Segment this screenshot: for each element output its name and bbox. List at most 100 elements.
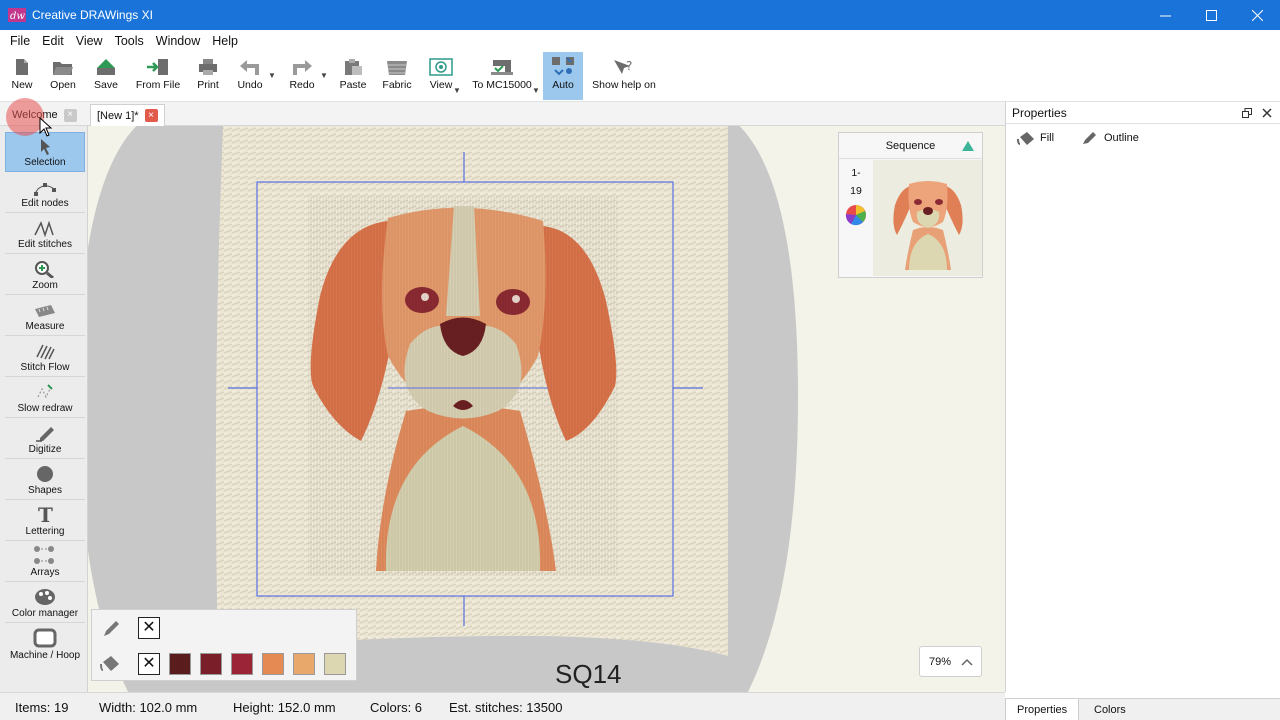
redo-dropdown-caret[interactable]: ▼ (320, 71, 328, 80)
fill-bucket-icon (100, 656, 119, 671)
window-title: Creative DRAWings XI (32, 8, 153, 22)
menu-edit[interactable]: Edit (36, 34, 70, 48)
color-swatch[interactable] (293, 653, 315, 675)
fill-bucket-icon (1017, 132, 1034, 145)
float-panel-icon[interactable] (1242, 108, 1252, 118)
tool-digitize[interactable]: Digitize (5, 419, 85, 459)
tool-arrays[interactable]: Arrays (5, 542, 85, 582)
save-icon (97, 59, 115, 75)
minimize-button[interactable] (1142, 0, 1188, 30)
arrow-cursor-icon (41, 139, 50, 155)
menu-file[interactable]: File (4, 34, 36, 48)
status-stitches: Est. stitches: 13500 (449, 700, 563, 715)
edit-stitches-icon (34, 221, 54, 237)
tool-zoom[interactable]: Zoom (5, 255, 85, 295)
properties-header: Properties (1006, 102, 1280, 124)
auto-digitize-icon (552, 57, 574, 76)
menu-help[interactable]: Help (206, 34, 244, 48)
outline-pen-icon (1083, 132, 1096, 144)
tab-colors[interactable]: Colors (1083, 699, 1137, 720)
close-panel-icon[interactable] (1262, 108, 1272, 118)
app-logo-icon: dw (8, 8, 26, 22)
tool-edit-stitches[interactable]: Edit stitches (5, 214, 85, 254)
machine-dropdown-caret[interactable]: ▼ (532, 86, 540, 95)
tool-color-manager[interactable]: Color manager (5, 583, 85, 623)
chevron-up-icon[interactable] (961, 658, 973, 666)
bottom-panel-tabs: Properties Colors (1005, 698, 1280, 720)
zoom-icon (35, 261, 54, 278)
color-swatch[interactable] (324, 653, 346, 675)
zoom-control[interactable]: 79% (919, 646, 982, 677)
save-button[interactable]: Save (88, 54, 124, 100)
tool-lettering[interactable]: T Lettering (5, 501, 85, 541)
outline-pen-icon (104, 621, 119, 636)
status-items: Items: 19 (15, 700, 69, 715)
view-dropdown-caret[interactable]: ▼ (453, 86, 461, 95)
collapse-triangle-icon[interactable] (962, 141, 974, 151)
tab-fill[interactable]: Fill (1016, 128, 1054, 148)
tool-shapes[interactable]: Shapes (5, 460, 85, 500)
show-help-button[interactable]: ? Show help on (591, 54, 657, 100)
new-document-icon (16, 59, 28, 75)
hoop-size-label: SQ14 (555, 659, 622, 689)
fill-no-color-swatch[interactable]: ✕ (138, 653, 160, 675)
status-bar: Items: 19 Width: 102.0 mm Height: 152.0 … (0, 692, 1005, 720)
tool-edit-nodes[interactable]: Edit nodes (5, 173, 85, 213)
from-file-button[interactable]: From File (132, 54, 184, 100)
sequence-thumbnail (873, 160, 982, 276)
menu-view[interactable]: View (70, 34, 109, 48)
tab-new-1[interactable]: [New 1]* × (90, 104, 165, 126)
new-button[interactable]: New (6, 54, 38, 100)
paste-button[interactable]: Paste (335, 54, 371, 100)
send-to-machine-button[interactable]: To MC15000 (470, 54, 534, 100)
sequence-item[interactable]: 1- 19 (839, 160, 982, 277)
undo-button[interactable]: Undo (232, 54, 268, 100)
menu-window[interactable]: Window (150, 34, 206, 48)
help-pointer-icon: ? (614, 59, 632, 74)
svg-text:dw: dw (10, 11, 25, 22)
tool-selection[interactable]: Selection (5, 132, 85, 172)
tool-machine-hoop[interactable]: Machine / Hoop (5, 624, 85, 664)
tool-slow-redraw[interactable]: Slow redraw (5, 378, 85, 418)
color-palette-panel: ✕ ✕ (91, 609, 357, 681)
fabric-button[interactable]: Fabric (378, 54, 416, 100)
toolbar: New Open Save From File Print Undo ▼ Red… (0, 52, 1280, 102)
close-window-button[interactable] (1234, 0, 1280, 30)
welcome-tab-close-icon[interactable]: × (63, 108, 77, 122)
tool-panel: Selection Edit nodes Edit stitches Zoom … (0, 126, 88, 692)
shapes-circle-icon (37, 466, 53, 482)
tab-properties[interactable]: Properties (1005, 699, 1080, 720)
tool-stitch-flow[interactable]: Stitch Flow (5, 337, 85, 377)
lettering-icon: T (38, 504, 53, 524)
outline-no-color-swatch[interactable]: ✕ (138, 617, 160, 639)
undo-icon (240, 60, 259, 75)
ruler-icon (35, 305, 55, 317)
color-swatch[interactable] (169, 653, 191, 675)
mouse-pointer-icon (39, 117, 53, 137)
printer-icon (199, 59, 217, 75)
print-button[interactable]: Print (192, 54, 224, 100)
paste-icon (345, 59, 362, 75)
status-width: Width: 102.0 mm (99, 700, 198, 715)
svg-text:?: ? (626, 59, 632, 73)
title-bar: dw Creative DRAWings XI (0, 0, 1280, 30)
sequence-header: Sequence (839, 133, 982, 159)
document-tab-close-icon[interactable]: × (144, 109, 158, 122)
menu-tools[interactable]: Tools (109, 34, 150, 48)
tool-measure[interactable]: Measure (5, 296, 85, 336)
import-icon (147, 59, 168, 75)
edit-nodes-icon (34, 183, 56, 196)
color-wheel-icon (845, 205, 866, 226)
color-swatch[interactable] (200, 653, 222, 675)
open-folder-icon (53, 62, 73, 75)
color-swatch[interactable] (262, 653, 284, 675)
open-button[interactable]: Open (44, 54, 82, 100)
color-swatch[interactable] (231, 653, 253, 675)
redo-button[interactable]: Redo (284, 54, 320, 100)
maximize-button[interactable] (1188, 0, 1234, 30)
tab-outline[interactable]: Outline (1080, 128, 1139, 148)
undo-dropdown-caret[interactable]: ▼ (268, 71, 276, 80)
auto-button[interactable]: Auto (543, 52, 583, 100)
close-icon (1251, 9, 1263, 21)
fabric-icon (387, 61, 407, 75)
